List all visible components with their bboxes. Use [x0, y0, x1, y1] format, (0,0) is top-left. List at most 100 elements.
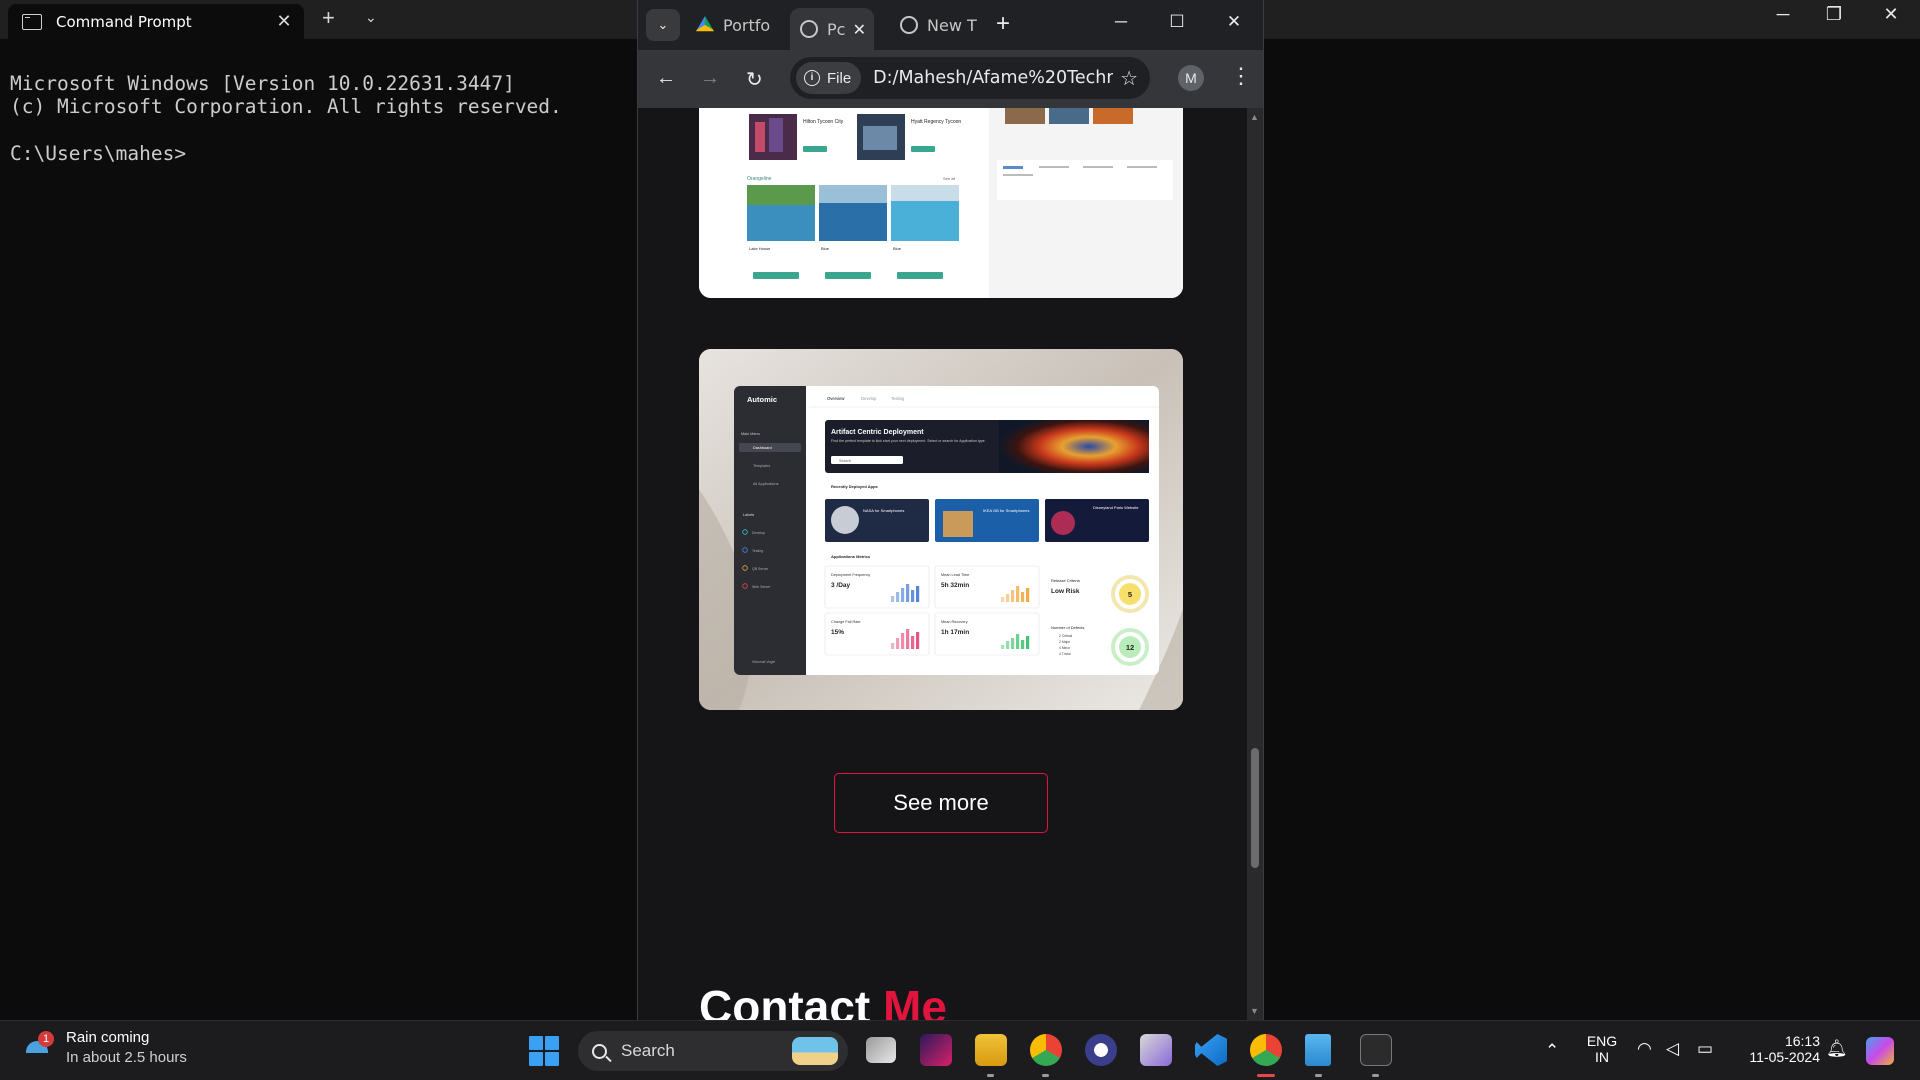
page-scrollbar[interactable]: ▲ ▼ [1247, 108, 1263, 1020]
reload-icon[interactable]: ↻ [746, 67, 763, 92]
metric-bar [891, 643, 895, 649]
minimize-icon[interactable]: ─ [1101, 12, 1141, 32]
tab-search-button[interactable]: ⌄ [646, 9, 680, 41]
scroll-down-icon[interactable]: ▼ [1250, 1006, 1259, 1016]
terminal-output[interactable]: Microsoft Windows [Version 10.0.22631.34… [10, 48, 562, 166]
address-bar[interactable]: i File D:/Mahesh/Afame%20Techn... ☆ [790, 57, 1150, 99]
sidebar-item: All Applications [753, 482, 779, 486]
close-tab-icon[interactable]: ✕ [853, 20, 866, 39]
defects-label: Number of Defects [1051, 625, 1084, 630]
metric-label: Change Fail Rate [831, 620, 861, 624]
metric-bar [1011, 590, 1015, 602]
metric-bar [1006, 641, 1010, 649]
taskbar-search-label: Search [621, 1041, 675, 1060]
hotel-name: Hilton Tycoon City [803, 119, 844, 125]
metric-bar [901, 633, 905, 649]
project-card-hotel[interactable]: Hilton Tycoon City Hyatt Regency Tycoon … [699, 108, 1183, 298]
intellij-icon[interactable] [920, 1034, 952, 1066]
close-window-icon[interactable]: ✕ [1868, 4, 1914, 25]
release-value: Low Risk [1051, 588, 1080, 595]
restore-icon[interactable]: ❐ [1811, 4, 1857, 25]
project-card-automic[interactable]: Automic Main Menu Dashboard Templates Al… [699, 349, 1183, 710]
terminal-icon [22, 13, 42, 30]
hero-search: Search [839, 459, 851, 463]
chrome-window[interactable]: ⌄ Portfo Pc ✕ New T + ─ ☐ ✕ ← → ↻ i File… [637, 0, 1264, 1020]
sidebar-item: Dashboard [753, 446, 772, 450]
forward-arrow-icon[interactable]: → [700, 67, 720, 90]
chevron-down-icon[interactable]: ⌄ [365, 9, 377, 26]
recent-heading: Recently Deployed Apps [831, 484, 879, 489]
snipping-tool-icon[interactable] [1140, 1034, 1172, 1066]
profile-avatar[interactable]: M [1178, 65, 1204, 91]
minimize-icon[interactable]: ─ [1760, 4, 1806, 25]
defect-item: 4 Minor [1059, 646, 1071, 650]
copilot-icon[interactable] [1866, 1037, 1894, 1065]
sidebar-heading: Main Menu [741, 432, 760, 436]
metric-bar [896, 592, 900, 602]
terminal-tab[interactable]: Command Prompt ✕ [8, 4, 304, 39]
hotel-name: Hyatt Regency Tycoon [911, 119, 961, 125]
back-arrow-icon[interactable]: ← [656, 67, 676, 90]
notepad-icon[interactable] [1305, 1034, 1331, 1066]
taskbar-search[interactable]: Search [578, 1031, 848, 1071]
wifi-icon[interactable]: ◠ [1637, 1039, 1652, 1059]
active-app-indicator [1257, 1074, 1275, 1077]
see-more-button[interactable]: See more [834, 773, 1048, 833]
weather-title: Rain coming [66, 1029, 150, 1046]
metric-bar [1026, 588, 1030, 602]
tab-portfolio[interactable]: Portfo [696, 8, 792, 42]
contact-heading: Contact Me [699, 980, 947, 1020]
windows-start-icon[interactable] [529, 1036, 559, 1066]
weather-widget[interactable]: 1 Rain coming In about 2.5 hours [24, 1029, 187, 1066]
metric-value: 5h 32min [941, 582, 969, 589]
section-label: Orangeline [747, 176, 772, 182]
file-explorer-icon[interactable] [975, 1034, 1007, 1066]
defect-item: 4 Trivial [1059, 652, 1071, 656]
app-tab: Overview [827, 396, 845, 401]
metric-bar [1001, 645, 1005, 649]
menu-kebab-icon[interactable]: ⋮ [1230, 63, 1252, 89]
metric-bar [891, 596, 895, 602]
bookmark-star-icon[interactable]: ☆ [1120, 66, 1138, 91]
chevron-up-icon[interactable]: ⌃ [1545, 1041, 1559, 1061]
new-tab-icon[interactable]: + [322, 5, 335, 31]
app-card-title: Disneyland Paris Website [1093, 505, 1139, 510]
maximize-icon[interactable]: ☐ [1157, 12, 1197, 32]
page-viewport[interactable]: Hilton Tycoon City Hyatt Regency Tycoon … [638, 108, 1247, 1020]
scroll-up-icon[interactable]: ▲ [1250, 112, 1259, 122]
tab-new-tab[interactable]: New T [900, 8, 988, 42]
close-tab-icon[interactable]: ✕ [274, 11, 294, 32]
metric-value: 3 /Day [831, 582, 851, 589]
clock[interactable]: 16:13 11-05-2024 [1736, 1033, 1820, 1065]
chrome-canary-icon[interactable] [1030, 1034, 1062, 1066]
terminal-line: (c) Microsoft Corporation. All rights re… [10, 95, 562, 118]
close-window-icon[interactable]: ✕ [1214, 12, 1254, 32]
info-icon: i [804, 70, 820, 86]
tab-active[interactable]: Pc ✕ [790, 8, 874, 50]
metric-bar [911, 590, 915, 602]
metric-bar [1011, 638, 1015, 649]
language-code: ENG [1586, 1033, 1618, 1049]
metrics-heading: Applications Metrics [831, 554, 871, 559]
battery-icon[interactable]: ▭ [1697, 1039, 1713, 1059]
metric-bar [901, 588, 905, 602]
new-tab-icon[interactable]: + [996, 10, 1010, 38]
task-view-icon[interactable] [866, 1037, 896, 1063]
tab-label: Pc [827, 19, 846, 39]
vscode-icon[interactable] [1195, 1034, 1227, 1066]
url-text[interactable]: D:/Mahesh/Afame%20Techn... [873, 68, 1113, 88]
search-highlight-icon [792, 1037, 838, 1065]
defect-item: 2 Major [1059, 640, 1071, 644]
clock-time: 16:13 [1784, 1033, 1820, 1049]
eclipse-icon[interactable] [1085, 1034, 1117, 1066]
scroll-thumb[interactable] [1251, 748, 1259, 868]
terminal-icon[interactable] [1360, 1034, 1392, 1066]
language-indicator[interactable]: ENG IN [1584, 1033, 1620, 1065]
terminal-prompt: C:\Users\mahes> [10, 142, 187, 165]
chrome-icon[interactable] [1250, 1034, 1282, 1066]
notification-bell-icon[interactable]: 🔔︎ [1826, 1039, 1848, 1059]
site-info-chip[interactable]: i File [796, 62, 862, 94]
metric-bar [1026, 636, 1030, 649]
volume-icon[interactable]: ◁ [1666, 1039, 1679, 1059]
